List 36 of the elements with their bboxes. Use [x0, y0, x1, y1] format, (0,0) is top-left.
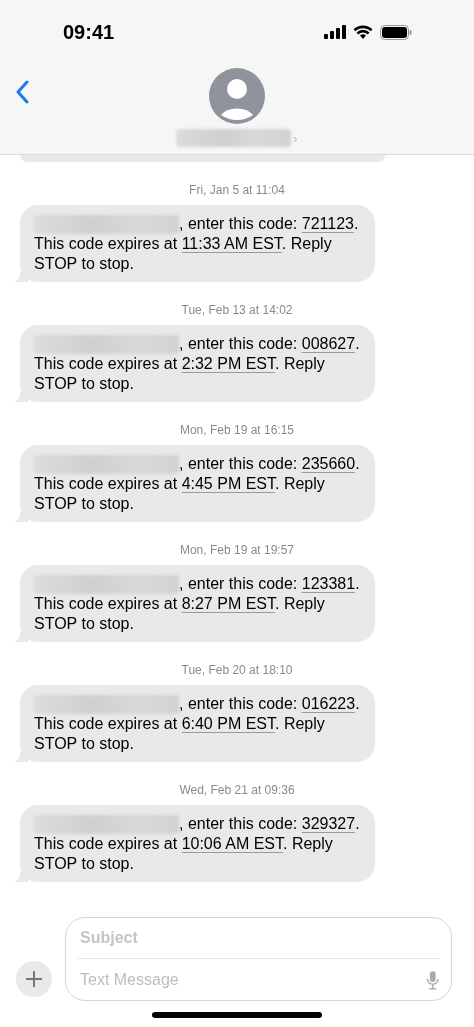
message-text: , enter this code: 235660. This code expires at 4:45 PM EST. Reply STOP to stop.	[34, 454, 361, 514]
microphone-icon[interactable]	[425, 969, 439, 990]
plus-icon	[25, 970, 43, 988]
message-text: , enter this code: 721123. This code expires at 11:33 AM EST. Reply STOP to stop.	[34, 214, 360, 274]
message-text: , enter this code: 008627. This code expires at 2:32 PM EST. Reply STOP to stop.	[34, 334, 361, 394]
message-timestamp: Fri, Jan 5 at 11:04	[188, 182, 286, 199]
time-link[interactable]: 8:27 PM EST	[181, 595, 275, 613]
time-link[interactable]: 11:33 AM EST	[181, 235, 282, 253]
code-link[interactable]: 016223	[301, 695, 356, 712]
time-link[interactable]: 2:32 PM EST	[181, 355, 275, 373]
message-composer[interactable]: Subject Text Message	[65, 917, 452, 1001]
message-text: , enter this code: 329327. This code expires at 10:06 AM EST. Reply STOP to stop.	[34, 814, 361, 874]
message-text: , enter this code: 016223. This code expires at 6:40 PM EST. Reply STOP to stop.	[34, 694, 361, 754]
code-link[interactable]: 235660	[301, 455, 356, 472]
signal-icon	[324, 25, 346, 39]
message-timestamp: Mon, Feb 19 at 19:57	[178, 542, 296, 559]
message-timestamp: Wed, Feb 21 at 09:36	[178, 782, 296, 799]
message-timestamp: Tue, Feb 13 at 14:02	[180, 302, 294, 319]
code-link[interactable]: 123381	[301, 575, 356, 592]
add-button[interactable]	[16, 961, 52, 997]
message-text: , enter this code: 123381. This code expires at 8:27 PM EST. Reply STOP to stop.	[34, 574, 361, 634]
message-timestamp: Mon, Feb 19 at 16:15	[178, 422, 296, 439]
battery-icon	[380, 24, 412, 40]
back-icon[interactable]	[16, 80, 30, 104]
code-link[interactable]: 008627	[301, 335, 356, 352]
subject-field[interactable]: Subject	[78, 918, 439, 959]
message-field[interactable]: Text Message	[78, 959, 426, 1000]
time-link[interactable]: 6:40 PM EST	[181, 715, 275, 733]
status-time: 09:41	[63, 20, 115, 44]
message-timestamp: Tue, Feb 20 at 18:10	[180, 662, 294, 679]
time-link[interactable]: 10:06 AM EST	[181, 835, 283, 853]
code-link[interactable]: 329327	[301, 815, 356, 832]
avatar-icon[interactable]	[209, 68, 265, 124]
code-link[interactable]: 721123	[301, 215, 354, 232]
time-link[interactable]: 4:45 PM EST	[181, 475, 275, 493]
wifi-icon	[353, 25, 373, 39]
